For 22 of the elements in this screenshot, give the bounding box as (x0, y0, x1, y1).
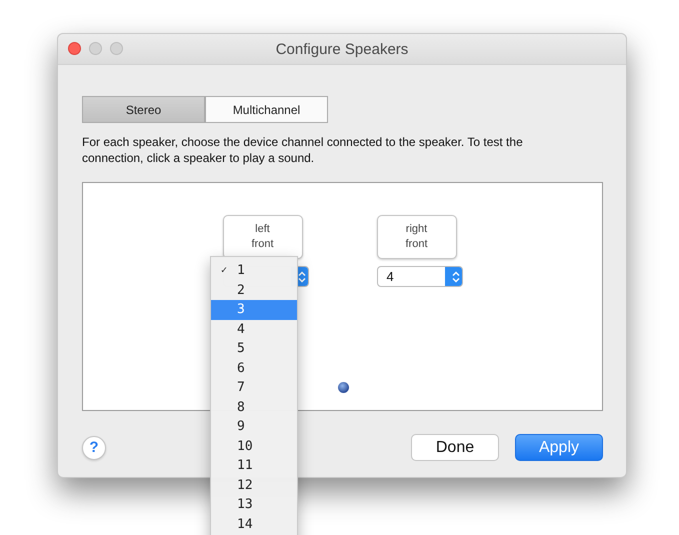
channel-popup[interactable]: 4 (376, 266, 462, 287)
menu-item[interactable]: 5 (211, 339, 297, 358)
speaker-button[interactable]: right front (376, 215, 456, 259)
menu-item[interactable]: 13 (211, 495, 297, 514)
menu-item[interactable]: 10 (211, 436, 297, 456)
menu-item[interactable]: 8 (211, 398, 297, 417)
menu-item[interactable]: 14 (211, 514, 297, 534)
menu-item[interactable]: ✓ 1 (211, 261, 297, 280)
menu-item[interactable]: 12 (211, 476, 297, 495)
dialog-button[interactable]: Done (411, 434, 499, 461)
menu-item[interactable]: 6 (211, 358, 297, 378)
menu-item[interactable]: 4 (211, 320, 297, 339)
help-button[interactable]: ? (82, 436, 106, 460)
tab[interactable]: Stereo (82, 96, 205, 123)
instructions-text: For each speaker, choose the device channel connected to the speaker. To test the connection, click a speaker to play a sound. (82, 134, 524, 166)
menu-item[interactable]: 2 (211, 280, 297, 300)
menu-item[interactable]: 7 (211, 378, 297, 398)
menu-item[interactable]: 9 (211, 417, 297, 436)
speaker-button[interactable]: left front (222, 215, 302, 259)
tab[interactable]: Multichannel (205, 96, 328, 123)
menu-item[interactable]: 11 (211, 456, 297, 476)
window-title: Configure Speakers (276, 40, 408, 58)
